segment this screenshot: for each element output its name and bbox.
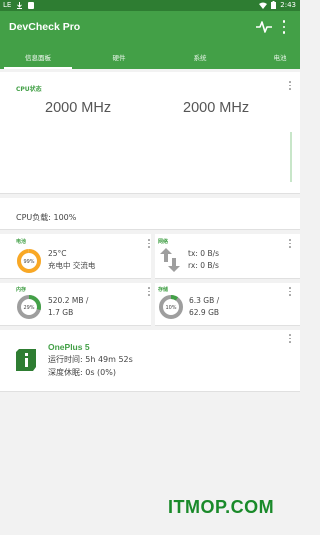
watermark-text: ITMOP.COM (168, 497, 275, 517)
device-uptime: 运行时间: 5h 49m 52s (48, 355, 133, 364)
memory-card[interactable]: 内存 29% 520.2 MB / 1.7 GB (0, 283, 151, 326)
battery-temp: 25°C (48, 249, 67, 258)
memory-donut: 29% (17, 295, 41, 319)
storage-label: 存储 (158, 287, 169, 293)
network-label: 网络 (158, 239, 169, 245)
tab-indicator (4, 67, 72, 69)
cpu-freq-left: 2000 MHz (45, 100, 112, 116)
cpu-status-title: CPU状态 (16, 86, 42, 93)
pulse-icon[interactable] (256, 20, 272, 34)
storage-percent: 10% (165, 305, 176, 311)
device-card[interactable]: OnePlus 5 运行时间: 5h 49m 52s 深度休眠: 0s (0%) (0, 330, 300, 392)
network-more-icon[interactable] (288, 239, 292, 248)
network-arrows-icon (160, 248, 180, 272)
battery-more-icon[interactable] (147, 239, 151, 248)
tab-battery[interactable]: 电池 (250, 45, 310, 69)
wifi-icon (259, 2, 268, 9)
cpu-load-card[interactable]: CPU负载: 100% (0, 198, 300, 230)
battery-donut: 99% (17, 249, 41, 273)
cpu-freq-right: 2000 MHz (183, 100, 250, 116)
status-bar: LE 2:43 (0, 0, 300, 11)
cpu-status-card[interactable]: CPU状态 2000 MHz 2000 MHz (0, 72, 300, 194)
network-tx: tx: 0 B/s (188, 249, 220, 258)
clock: 2:43 (280, 1, 296, 9)
battery-label: 电池 (16, 239, 27, 245)
memory-total: 1.7 GB (48, 308, 74, 317)
battery-icon (271, 1, 277, 9)
device-deep-sleep: 深度休眠: 0s (0%) (48, 368, 116, 377)
lte-icon: LE (3, 1, 12, 9)
device-more-icon[interactable] (288, 334, 292, 343)
storage-donut: 10% (159, 295, 183, 319)
storage-more-icon[interactable] (288, 287, 292, 296)
device-name: OnePlus 5 (48, 342, 90, 352)
storage-total: 62.9 GB (189, 308, 220, 317)
cpu-scrollbar (290, 132, 292, 182)
memory-percent: 29% (23, 305, 34, 311)
app-bar: DevCheck Pro (0, 11, 300, 45)
battery-percent: 99% (23, 259, 34, 265)
download-icon (17, 1, 23, 9)
storage-used: 6.3 GB / (189, 296, 220, 305)
info-icon (16, 349, 36, 371)
android-icon (28, 1, 35, 9)
memory-more-icon[interactable] (147, 287, 151, 296)
battery-card[interactable]: 电池 99% 25°C 充电中 交流电 (0, 234, 151, 279)
storage-card[interactable]: 存储 10% 6.3 GB / 62.9 GB (155, 283, 300, 326)
battery-status: 充电中 交流电 (48, 261, 96, 270)
tab-dashboard[interactable]: 信息面板 (4, 45, 72, 69)
memory-label: 内存 (16, 287, 27, 293)
tab-hardware[interactable]: 硬件 (84, 45, 154, 69)
network-card[interactable]: 网络 tx: 0 B/s rx: 0 B/s (155, 234, 300, 279)
memory-used: 520.2 MB / (48, 296, 89, 305)
overflow-menu-icon[interactable] (280, 19, 288, 35)
cpu-card-more-icon[interactable] (288, 81, 292, 90)
tab-system[interactable]: 系统 (165, 45, 235, 69)
status-bar-left: LE (3, 1, 35, 9)
cpu-load-text: CPU负载: 100% (16, 213, 77, 222)
network-rx: rx: 0 B/s (188, 261, 219, 270)
status-bar-right: 2:43 (259, 1, 296, 9)
app-title: DevCheck Pro (9, 21, 81, 33)
tab-bar: 信息面板 硬件 系统 电池 (0, 45, 300, 69)
